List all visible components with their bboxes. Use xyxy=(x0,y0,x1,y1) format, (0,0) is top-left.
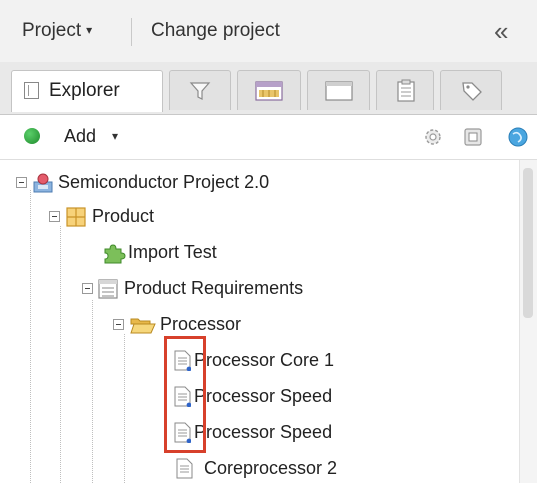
chevron-down-icon[interactable]: ▾ xyxy=(112,129,118,143)
puzzle-icon xyxy=(104,244,126,264)
header-divider xyxy=(131,18,132,46)
tree-item-processor[interactable]: Processor xyxy=(0,310,515,340)
baseline-icon xyxy=(255,81,283,101)
tab-tags[interactable] xyxy=(440,70,502,110)
collapse-toggle-icon[interactable] xyxy=(82,283,93,294)
chevron-down-icon: ▾ xyxy=(86,23,93,37)
project-menu[interactable]: Project ▾ xyxy=(22,20,92,42)
tree-item-product[interactable]: Product xyxy=(0,202,515,232)
tree-item-label: Processor xyxy=(160,314,242,334)
tree-item-processor-core-1[interactable]: Processor Core 1 xyxy=(0,346,515,376)
tree-item-product-requirements[interactable]: Product Requirements xyxy=(0,274,515,304)
tab-clipboard[interactable] xyxy=(376,70,434,110)
tree-item-label: Import Test xyxy=(128,242,217,262)
collapse-panel-icon[interactable]: « xyxy=(494,16,509,47)
change-project-link[interactable]: Change project xyxy=(151,20,280,42)
collapse-toggle-icon[interactable] xyxy=(113,319,124,330)
tree-item-label: Semiconductor Project 2.0 xyxy=(58,172,270,192)
collapse-toggle-icon[interactable] xyxy=(16,177,27,188)
tree-item-import-test[interactable]: Import Test xyxy=(0,238,515,268)
explorer-icon xyxy=(24,82,39,99)
tab-baseline[interactable] xyxy=(237,70,301,110)
tree-item-label: Processor Core 1 xyxy=(194,350,335,370)
add-icon xyxy=(24,128,40,144)
document-icon xyxy=(176,458,193,479)
tag-icon xyxy=(462,82,482,101)
tree-item-processor-speed[interactable]: Processor Speed xyxy=(0,382,515,412)
highlight-box xyxy=(164,336,206,453)
tab-bar: Explorer xyxy=(0,62,537,115)
tree-item-label: Product xyxy=(92,206,155,226)
project-icon xyxy=(33,173,53,193)
tree-item-label: Coreprocessor 2 xyxy=(204,458,338,478)
window-icon xyxy=(325,81,353,101)
tree-item-label: Processor Speed xyxy=(194,386,333,406)
folder-open-icon xyxy=(130,318,156,334)
tab-window[interactable] xyxy=(307,70,370,110)
gear-icon[interactable] xyxy=(422,126,444,148)
tree-item-label: Product Requirements xyxy=(124,278,304,298)
tree-item-semiconductor-project[interactable]: Semiconductor Project 2.0 xyxy=(0,168,515,198)
tree-item-coreprocessor-2[interactable]: Coreprocessor 2 xyxy=(0,454,515,484)
globe-icon[interactable] xyxy=(507,126,529,148)
panel-header: Project ▾ Change project « xyxy=(0,0,537,62)
tree-item-processor-speed[interactable]: Processor Speed xyxy=(0,418,515,448)
add-button[interactable]: Add xyxy=(64,126,96,147)
tab-explorer-label: Explorer xyxy=(49,80,120,101)
collapse-toggle-icon[interactable] xyxy=(49,211,60,222)
tab-filter[interactable] xyxy=(169,70,231,110)
tree-scrollbar-thumb[interactable] xyxy=(523,168,533,318)
requirements-set-icon xyxy=(98,279,118,299)
explorer-tree: Semiconductor Project 2.0 Product Import… xyxy=(0,160,537,483)
explorer-toolbar: Add ▾ xyxy=(0,115,537,160)
product-icon xyxy=(66,207,86,227)
clipboard-icon xyxy=(397,79,415,102)
tab-explorer[interactable]: Explorer xyxy=(11,70,163,112)
tree-item-label: Processor Speed xyxy=(194,422,333,442)
filter-icon xyxy=(189,82,211,100)
project-menu-label: Project xyxy=(22,20,82,41)
copy-icon[interactable] xyxy=(462,126,484,148)
